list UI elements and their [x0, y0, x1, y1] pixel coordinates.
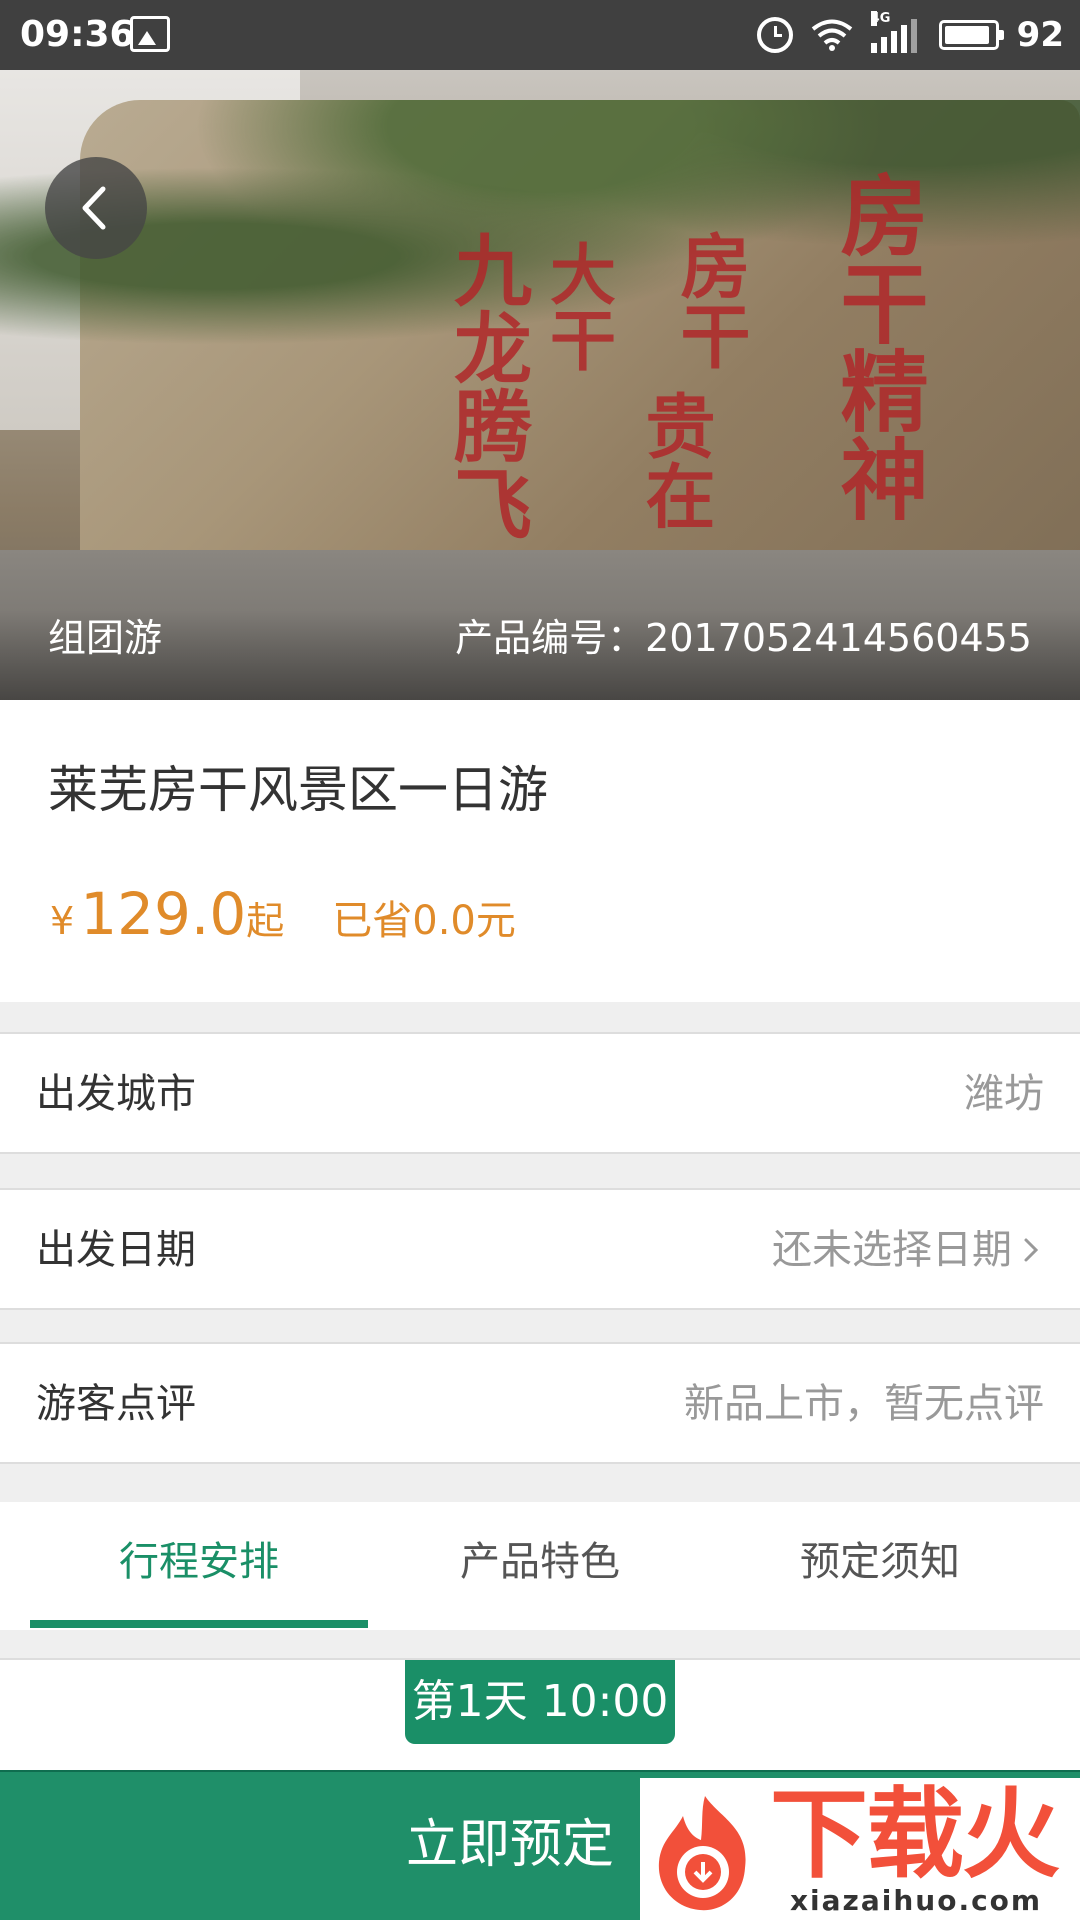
calligraphy-3: 房干: [669, 230, 752, 370]
day-badge: 第1天 10:00: [405, 1660, 675, 1744]
watermark-url: xiazaihuo.com: [790, 1884, 1043, 1917]
flame-logo-icon: [658, 1796, 746, 1911]
status-bar: 09:36 4G 92: [0, 0, 1080, 70]
hero-image[interactable]: 房干精神 贵在 房干 大干 九龙腾飞 组团游 产品编号：201705241456…: [0, 70, 1080, 700]
departure-city-row[interactable]: 出发城市 潍坊: [0, 1032, 1080, 1154]
reviews-row[interactable]: 游客点评 新品上市，暂无点评: [0, 1342, 1080, 1464]
departure-city-label: 出发城市: [36, 1071, 196, 1117]
departure-date-label: 出发日期: [36, 1227, 196, 1273]
departure-city-value: 潍坊: [964, 1071, 1044, 1117]
back-button[interactable]: [45, 157, 147, 259]
calligraphy-2: 贵在: [634, 390, 717, 530]
price-currency: ¥: [50, 899, 75, 943]
watermark-brand: 下载火: [770, 1778, 1060, 1892]
status-icons: 4G 92: [756, 10, 1064, 60]
departure-date-row[interactable]: 出发日期 还未选择日期: [0, 1188, 1080, 1310]
product-summary-card: [0, 700, 1080, 1002]
status-time: 09:36: [20, 14, 135, 55]
alarm-icon: [756, 17, 793, 53]
departure-date-value: 还未选择日期: [772, 1227, 1012, 1273]
calligraphy-1: 房干精神: [826, 170, 930, 522]
saved-amount: 已省0.0元: [332, 898, 516, 944]
wifi-icon: [811, 19, 852, 51]
cell-signal-icon: 4G: [870, 11, 921, 53]
product-number: 产品编号：2017052414560455: [455, 616, 1032, 660]
chevron-right-icon: [1024, 1238, 1039, 1262]
active-tab-indicator: [30, 1620, 368, 1628]
chevron-left-icon: [82, 186, 106, 230]
price-value: 129.0: [80, 880, 247, 948]
tour-type-label: 组团游: [48, 616, 163, 660]
battery-level: 92: [1016, 15, 1064, 55]
reviews-label: 游客点评: [36, 1381, 196, 1427]
product-title: 莱芜房干风景区一日游: [48, 761, 548, 819]
price-row: ¥ 129.0 起 已省0.0元: [50, 880, 516, 948]
price-suffix: 起: [246, 899, 285, 943]
calligraphy-5: 九龙腾飞: [441, 230, 532, 542]
reviews-value: 新品上市，暂无点评: [684, 1381, 1044, 1427]
network-type-label: 4G: [870, 11, 891, 26]
battery-icon: [938, 20, 1004, 50]
tab-features[interactable]: 产品特色: [370, 1532, 710, 1592]
tab-booking-notes[interactable]: 预定须知: [710, 1532, 1050, 1592]
tab-itinerary[interactable]: 行程安排: [29, 1532, 369, 1592]
gallery-notification-icon: [130, 16, 170, 52]
calligraphy-4: 大干: [539, 240, 617, 372]
